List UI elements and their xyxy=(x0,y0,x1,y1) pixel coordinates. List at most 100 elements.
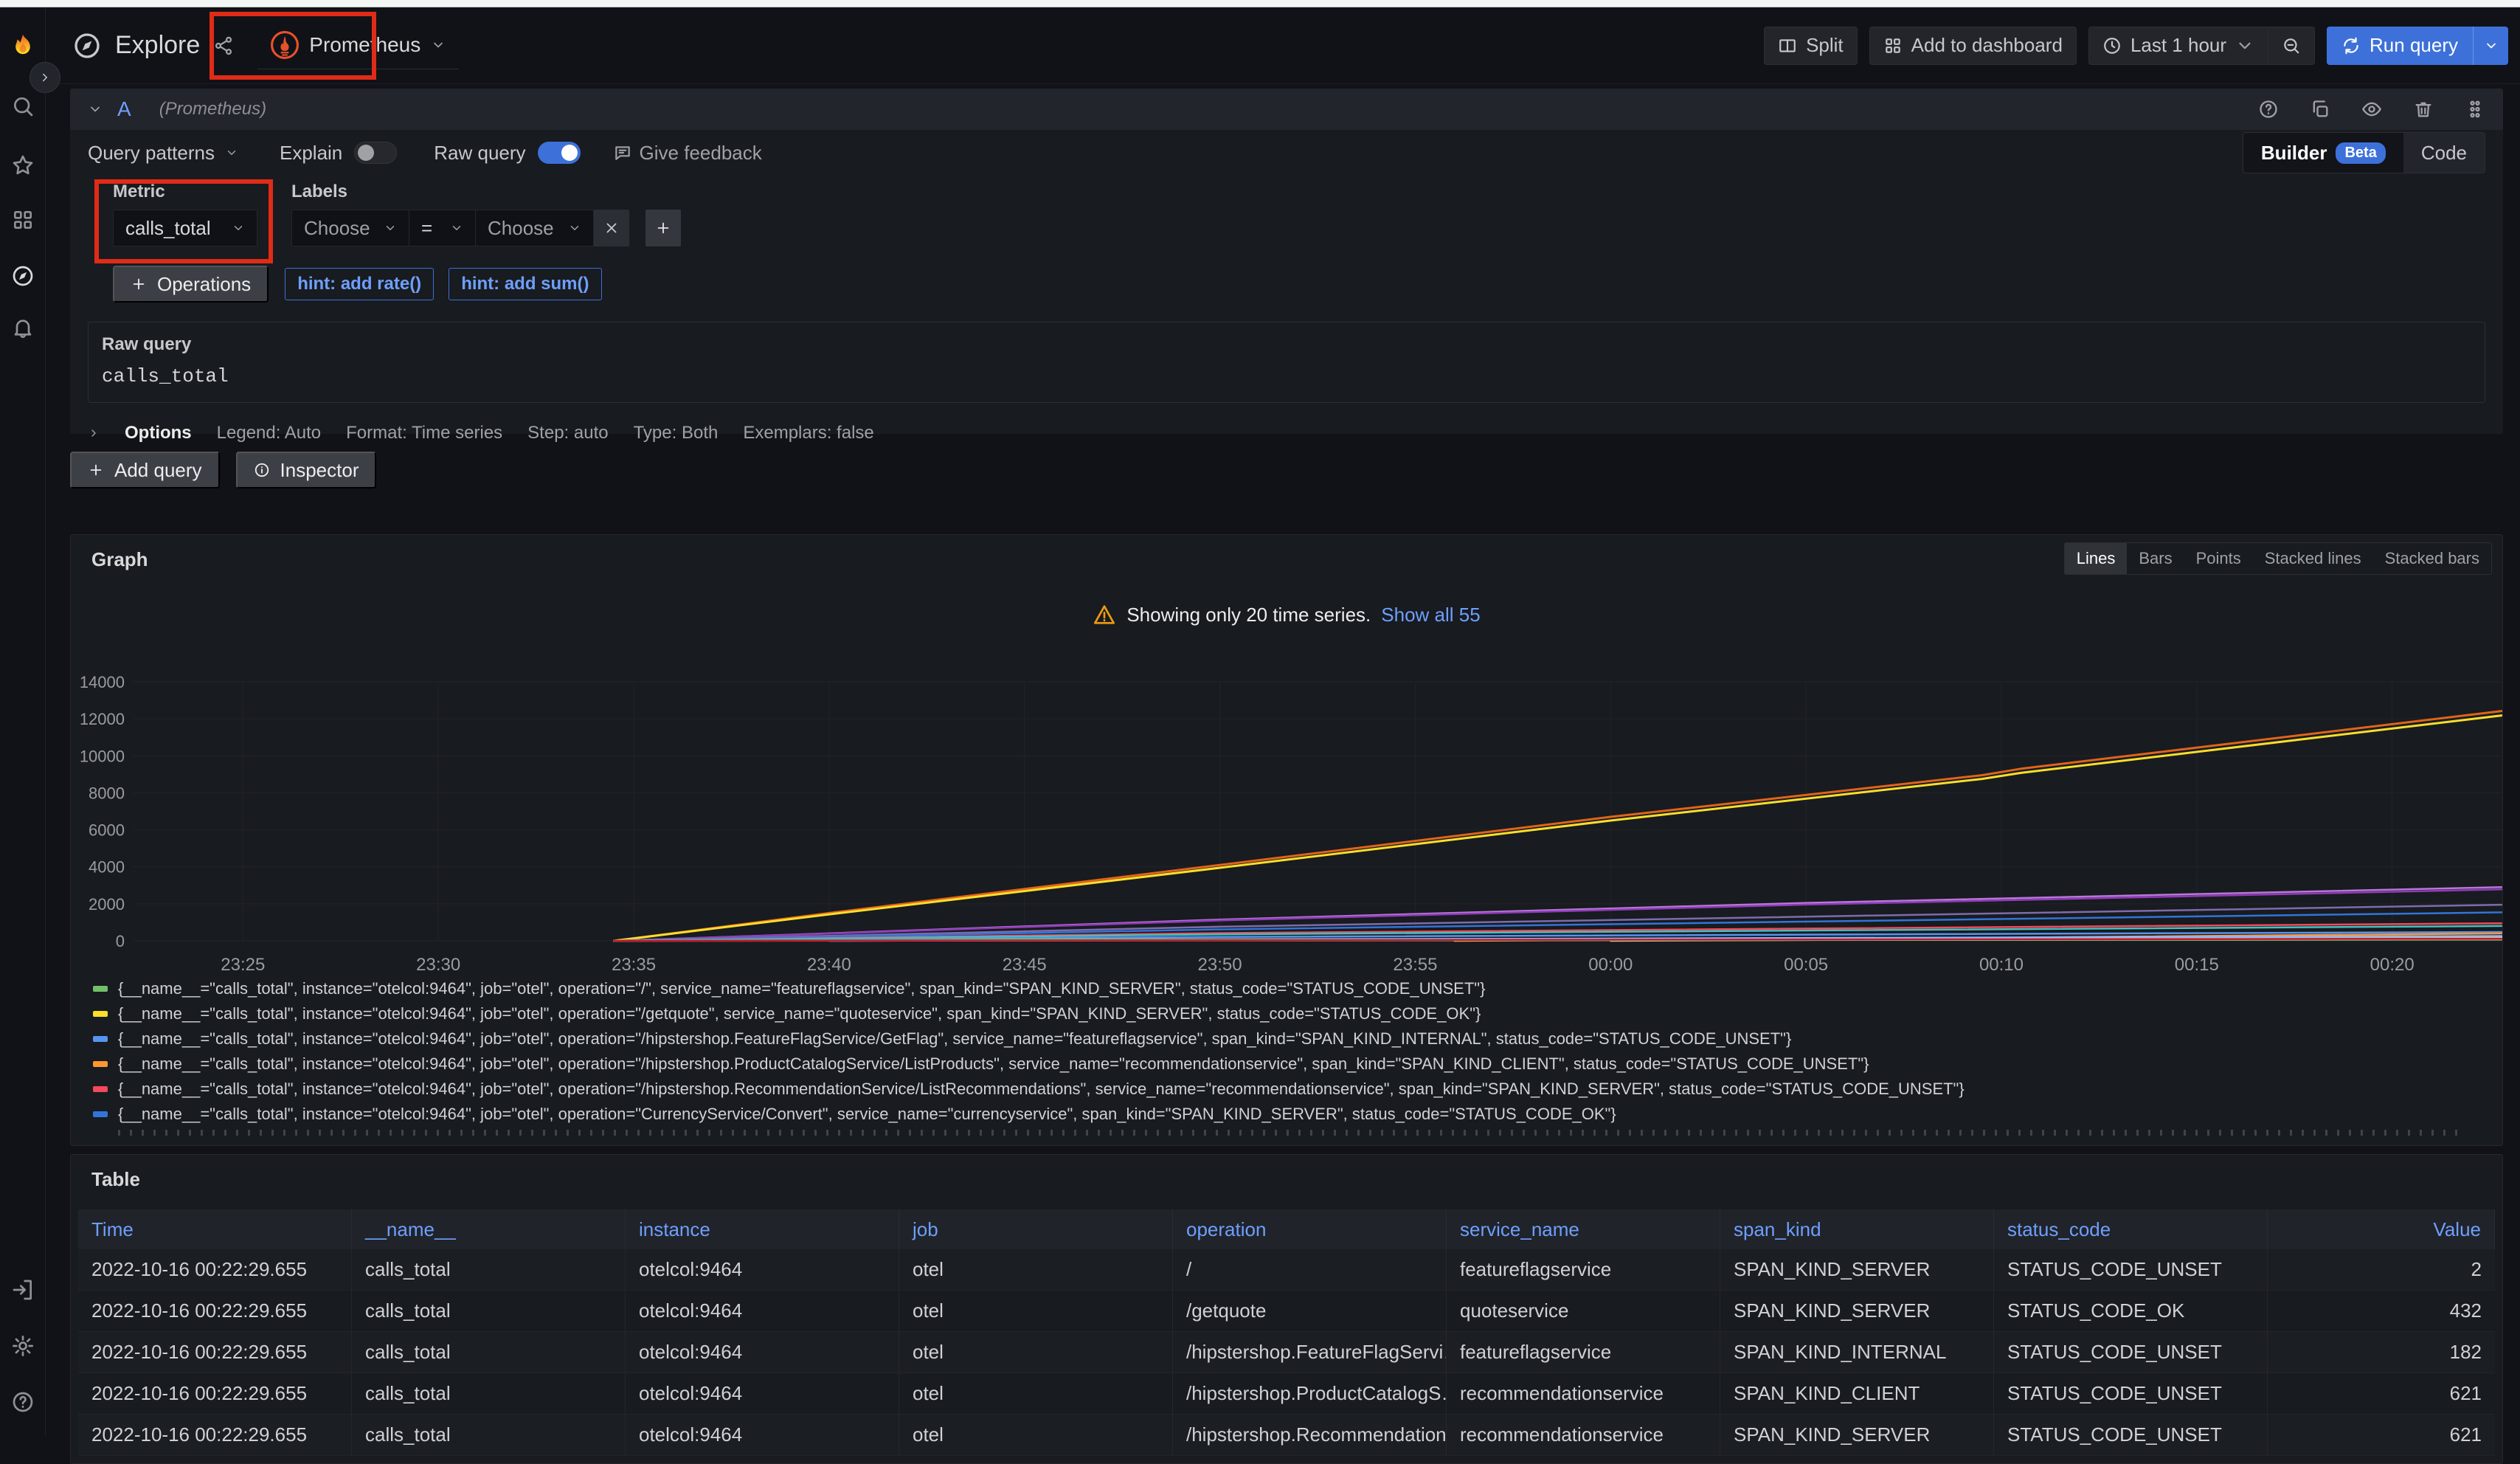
collapse-chevron-icon[interactable] xyxy=(88,102,103,117)
query-ref-id[interactable]: A xyxy=(117,97,131,121)
graph-mode-tabs: LinesBarsPointsStacked linesStacked bars xyxy=(2064,542,2492,575)
grafana-logo[interactable] xyxy=(7,31,38,65)
trash-icon[interactable] xyxy=(2413,99,2434,120)
time-range-picker[interactable]: Last 1 hour xyxy=(2088,27,2268,65)
alerting-bell-icon[interactable] xyxy=(11,316,35,339)
browser-edge-strip xyxy=(0,0,2520,7)
table-cell: STATUS_CODE_UNSET xyxy=(1994,1415,2268,1455)
raw-query-toggle[interactable] xyxy=(538,142,581,164)
table-cell: recommendationservice xyxy=(1447,1373,1720,1414)
add-query-label: Add query xyxy=(114,459,202,482)
datasource-picker[interactable]: Prometheus xyxy=(257,22,459,69)
starred-icon[interactable] xyxy=(11,153,35,177)
explore-icon xyxy=(72,31,102,61)
add-to-dashboard-button[interactable]: Add to dashboard xyxy=(1869,27,2077,65)
graph-mode-stacked-bars[interactable]: Stacked bars xyxy=(2373,543,2491,574)
table-cell: STATUS_CODE_UNSET xyxy=(1994,1249,2268,1290)
remove-label-filter-button[interactable] xyxy=(594,210,629,246)
legend-item: {__name__="calls_total", instance="otelc… xyxy=(93,1077,2485,1102)
sign-in-icon[interactable] xyxy=(11,1278,35,1302)
legend-clipped-row xyxy=(118,1130,2458,1136)
legend-series-marker[interactable] xyxy=(93,986,108,992)
graph-mode-bars[interactable]: Bars xyxy=(2127,543,2184,574)
builder-label: Builder xyxy=(2261,142,2327,165)
option-summary-item: Legend: Auto xyxy=(217,423,321,443)
y-axis-tick-label: 14000 xyxy=(80,673,125,691)
table-header-cell[interactable]: Time xyxy=(78,1209,352,1249)
label-name-select[interactable]: Choose xyxy=(291,210,409,246)
graph-mode-points[interactable]: Points xyxy=(2184,543,2253,574)
chevron-down-icon xyxy=(568,221,581,235)
table-cell: /hipstershop.Recommendation… xyxy=(1173,1415,1447,1455)
table-header-cell[interactable]: __name__ xyxy=(352,1209,626,1249)
label-value-select[interactable]: Choose xyxy=(476,210,594,246)
table-cell: 621 xyxy=(2268,1373,2495,1414)
operations-button[interactable]: Operations xyxy=(113,266,269,303)
label-operator-select[interactable]: = xyxy=(409,210,476,246)
explain-toggle[interactable] xyxy=(354,142,397,164)
table-header-cell[interactable]: job xyxy=(899,1209,1173,1249)
run-query-dropdown[interactable] xyxy=(2473,27,2508,65)
query-hint-button[interactable]: hint: add sum() xyxy=(449,268,601,300)
explain-label: Explain xyxy=(280,142,342,165)
table-cell: otelcol:9464 xyxy=(626,1291,899,1331)
table-header-cell[interactable]: operation xyxy=(1173,1209,1447,1249)
query-row-header: A (Prometheus) xyxy=(70,89,2503,130)
table-header-cell[interactable]: instance xyxy=(626,1209,899,1249)
chevron-down-icon xyxy=(232,221,245,235)
table-header-cell[interactable]: Value xyxy=(2268,1209,2495,1249)
query-hints: hint: add rate() hint: add sum() xyxy=(285,268,601,300)
explore-compass-icon[interactable] xyxy=(11,264,35,288)
legend-series-marker[interactable] xyxy=(93,1061,108,1067)
plus-icon xyxy=(88,462,104,478)
help-icon[interactable] xyxy=(11,1390,35,1414)
code-mode-tab[interactable]: Code xyxy=(2403,133,2485,173)
search-icon[interactable] xyxy=(11,94,35,118)
table-header-cell[interactable]: service_name xyxy=(1447,1209,1720,1249)
table-cell: 2022-10-16 00:22:29.655 xyxy=(78,1249,352,1290)
show-all-series-link[interactable]: Show all 55 xyxy=(1381,604,1480,626)
legend-series-marker[interactable] xyxy=(93,1011,108,1017)
sidebar-expand-button[interactable] xyxy=(30,62,60,93)
legend-series-marker[interactable] xyxy=(93,1111,108,1117)
metric-select[interactable]: calls_total xyxy=(113,210,257,246)
dashboards-icon[interactable] xyxy=(11,208,35,232)
share-icon[interactable] xyxy=(213,35,234,56)
legend-series-marker[interactable] xyxy=(93,1036,108,1042)
table-header-cell[interactable]: status_code xyxy=(1994,1209,2268,1249)
table-header-row: Time__name__instancejoboperationservice_… xyxy=(78,1209,2495,1249)
chart-svg[interactable]: 0200040006000800010000120001400023:2523:… xyxy=(71,657,2503,974)
legend-series-label: {__name__="calls_total", instance="otelc… xyxy=(118,1004,1481,1023)
graph-panel: Graph LinesBarsPointsStacked linesStacke… xyxy=(70,534,2503,1146)
table-cell: 2022-10-16 00:22:29.655 xyxy=(78,1373,352,1414)
add-query-button[interactable]: Add query xyxy=(70,452,220,488)
label-operator-value: = xyxy=(421,217,432,240)
x-axis-tick-label: 23:45 xyxy=(1003,955,1047,974)
graph-mode-stacked-lines[interactable]: Stacked lines xyxy=(2253,543,2373,574)
legend-series-marker[interactable] xyxy=(93,1086,108,1092)
run-query-button[interactable]: Run query xyxy=(2327,27,2508,65)
drag-handle-icon[interactable] xyxy=(2465,99,2485,120)
metric-label: Metric xyxy=(113,182,257,202)
builder-mode-tab[interactable]: Builder Beta xyxy=(2243,133,2403,173)
table-cell: calls_total xyxy=(352,1249,626,1290)
table-header-cell[interactable]: span_kind xyxy=(1720,1209,1994,1249)
query-hint-button[interactable]: hint: add rate() xyxy=(285,268,434,300)
help-circle-icon[interactable] xyxy=(2258,99,2279,120)
warning-icon xyxy=(1093,603,1116,626)
query-patterns-dropdown[interactable]: Query patterns xyxy=(88,142,238,165)
chevron-down-icon xyxy=(2484,38,2499,53)
raw-query-text: calls_total xyxy=(102,365,2471,387)
graph-mode-lines[interactable]: Lines xyxy=(2065,543,2128,574)
split-label: Split xyxy=(1806,34,1844,57)
inspector-button[interactable]: Inspector xyxy=(236,452,377,488)
eye-icon[interactable] xyxy=(2361,99,2382,120)
add-label-filter-button[interactable] xyxy=(645,210,681,246)
split-button[interactable]: Split xyxy=(1764,27,1858,65)
zoom-out-button[interactable] xyxy=(2268,27,2315,65)
give-feedback-link[interactable]: Give feedback xyxy=(613,142,762,165)
copy-icon[interactable] xyxy=(2310,99,2330,120)
settings-gear-icon[interactable] xyxy=(11,1334,35,1358)
query-options-row[interactable]: Options Legend: AutoFormat: Time seriesS… xyxy=(88,416,2485,450)
table-cell: /hipstershop.ProductCatalogS… xyxy=(1173,1373,1447,1414)
